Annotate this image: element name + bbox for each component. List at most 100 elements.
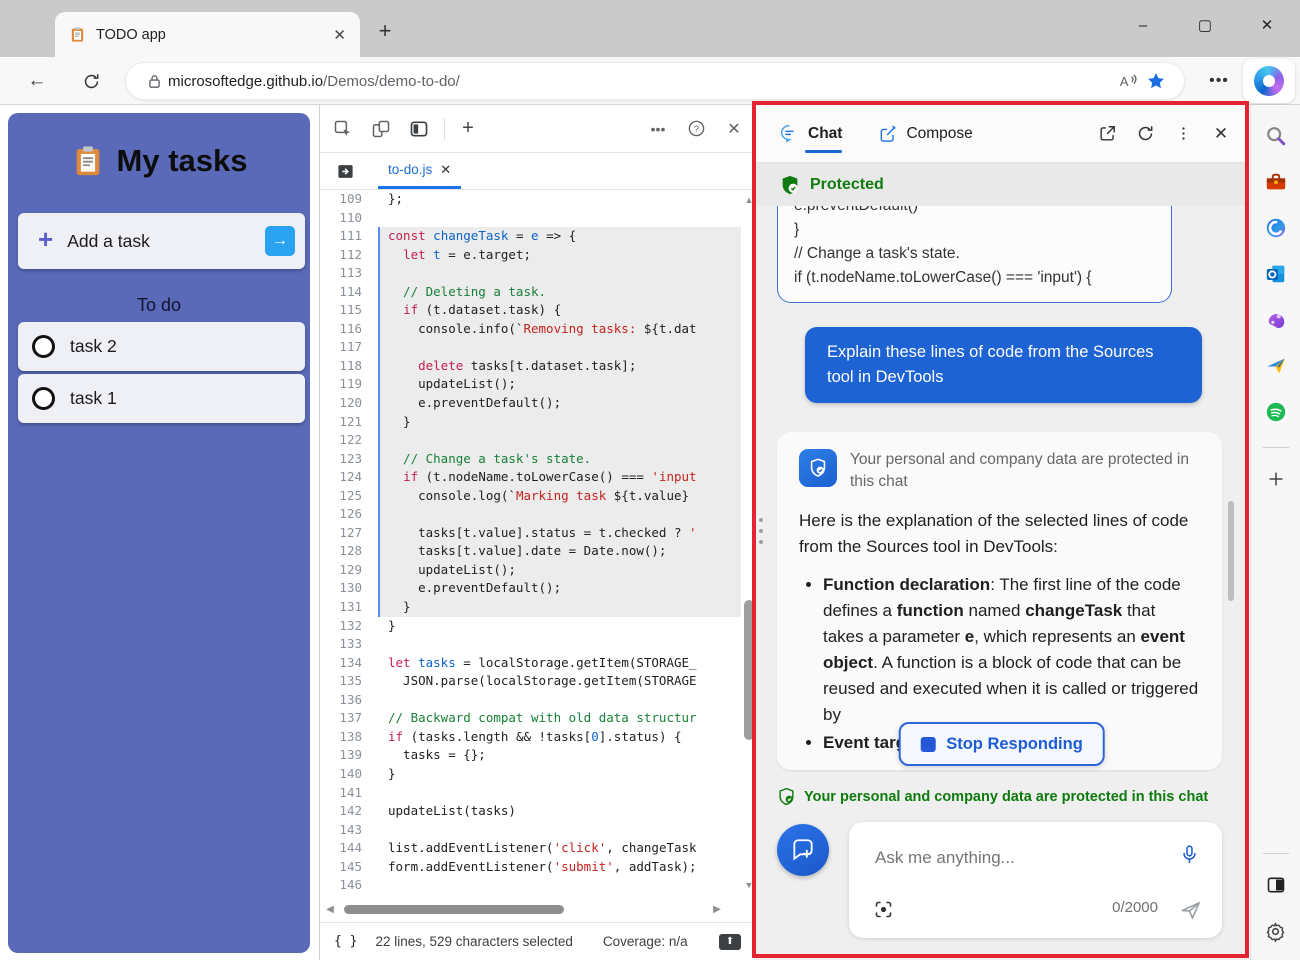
sidebar-sidebar-settings-button[interactable] <box>1259 914 1293 948</box>
chat-input-box[interactable]: Ask me anything... 0/2000 <box>849 822 1222 938</box>
send-button[interactable] <box>1179 899 1202 922</box>
code-line[interactable]: 143 <box>320 821 741 840</box>
code-line[interactable]: 120 e.preventDefault(); <box>320 394 741 413</box>
microphone-button[interactable] <box>1179 844 1200 865</box>
scroll-left-arrow[interactable]: ◀ <box>320 904 340 915</box>
code-line[interactable]: 144list.addEventListener('click', change… <box>320 839 741 858</box>
scroll-up-arrow[interactable]: ▲ <box>743 195 755 205</box>
copilot-more-button[interactable] <box>1168 119 1198 149</box>
tab-close-button[interactable]: ✕ <box>333 26 346 44</box>
sidebar-microsoft-365-button[interactable] <box>1259 211 1293 245</box>
code-line[interactable]: 128 tasks[t.value].date = Date.now(); <box>320 542 741 561</box>
sidebar-resize-handle[interactable] <box>759 518 763 544</box>
sidebar-add-apps-button[interactable] <box>1259 462 1293 496</box>
code-line[interactable]: 125 console.log(`Marking task ${t.value} <box>320 487 741 506</box>
sidebar-toggle-sidebar-button[interactable] <box>1259 868 1293 902</box>
code-line[interactable]: 113 <box>320 264 741 283</box>
code-line[interactable]: 129 updateList(); <box>320 561 741 580</box>
code-line[interactable]: 115 if (t.dataset.task) { <box>320 301 741 320</box>
code-line[interactable]: 119 updateList(); <box>320 375 741 394</box>
scroll-down-arrow[interactable]: ▼ <box>743 880 755 890</box>
back-button[interactable]: ← <box>22 66 52 96</box>
code-line[interactable]: 134let tasks = localStorage.getItem(STOR… <box>320 654 741 673</box>
sidebar-drop-button[interactable] <box>1259 349 1293 383</box>
task-item[interactable]: task 1 <box>18 374 305 423</box>
devtools-more-button[interactable]: ••• <box>643 114 673 144</box>
new-tab-button[interactable]: + <box>368 14 402 48</box>
code-line[interactable]: 142updateList(tasks) <box>320 802 741 821</box>
scroll-right-arrow[interactable]: ▶ <box>707 904 727 915</box>
settings-more-button[interactable]: ••• <box>1204 66 1234 96</box>
code-line[interactable]: 137// Backward compat with old data stru… <box>320 709 741 728</box>
code-line[interactable]: 112 let t = e.target; <box>320 246 741 265</box>
code-line[interactable]: 111const changeTask = e => { <box>320 227 741 246</box>
code-line[interactable]: 135 JSON.parse(localStorage.getItem(STOR… <box>320 672 741 691</box>
code-line[interactable]: 116 console.info(`Removing tasks: ${t.da… <box>320 320 741 339</box>
code-line[interactable]: 117 <box>320 338 741 357</box>
code-lines[interactable]: 109};110111const changeTask = e => {112 … <box>320 190 741 896</box>
code-line[interactable]: 138if (tasks.length && !tasks[0].status)… <box>320 728 741 747</box>
code-line[interactable]: 139 tasks = {}; <box>320 746 741 765</box>
address-bar[interactable]: microsoftedge.github.io/Demos/demo-to-do… <box>125 62 1185 100</box>
devtools-help-button[interactable]: ? <box>681 114 711 144</box>
dock-panel-button[interactable] <box>404 114 434 144</box>
file-tab-close-button[interactable]: ✕ <box>440 162 451 178</box>
add-task-field[interactable]: + Add a task → <box>18 213 305 269</box>
sidebar-search-button[interactable] <box>1259 119 1293 153</box>
read-aloud-button[interactable]: A <box>1114 67 1142 95</box>
horizontal-scrollbar-thumb[interactable] <box>344 905 564 914</box>
minimize-button[interactable]: – <box>1120 8 1166 42</box>
copilot-scrollbar-thumb[interactable] <box>1228 501 1234 601</box>
code-line[interactable]: 136 <box>320 691 741 710</box>
device-emulation-button[interactable] <box>366 114 396 144</box>
maximize-button[interactable]: ▢ <box>1182 8 1228 42</box>
code-line[interactable]: 132} <box>320 617 741 636</box>
task-radio[interactable] <box>32 387 55 410</box>
code-line[interactable]: 146 <box>320 876 741 895</box>
horizontal-scrollbar[interactable]: ◀ ▶ <box>320 900 741 918</box>
inspect-element-button[interactable] <box>328 114 358 144</box>
code-line[interactable]: 126 <box>320 505 741 524</box>
code-line[interactable]: 118 delete tasks[t.dataset.task]; <box>320 357 741 376</box>
tab-chat[interactable]: Chat <box>779 105 842 162</box>
open-in-new-window-button[interactable] <box>1092 119 1122 149</box>
refresh-button[interactable] <box>76 66 106 96</box>
task-radio[interactable] <box>32 335 55 358</box>
code-line[interactable]: 123 // Change a task's state. <box>320 450 741 469</box>
code-line[interactable]: 124 if (t.nodeName.toLowerCase() === 'in… <box>320 468 741 487</box>
task-item[interactable]: task 2 <box>18 322 305 371</box>
favorites-button[interactable] <box>1142 67 1170 95</box>
code-line[interactable]: 145form.addEventListener('submit', addTa… <box>320 858 741 877</box>
devtools-close-button[interactable]: ✕ <box>719 114 749 144</box>
browser-tab[interactable]: TODO app ✕ <box>55 12 360 57</box>
add-tool-button[interactable]: + <box>453 114 483 144</box>
code-line[interactable]: 140} <box>320 765 741 784</box>
code-line[interactable]: 121 } <box>320 413 741 432</box>
new-topic-button[interactable] <box>777 824 829 876</box>
code-line[interactable]: 109}; <box>320 190 741 209</box>
sidebar-outlook-button[interactable] <box>1259 257 1293 291</box>
chat-scroll-area[interactable]: e.preventDefault()}// Change a task's st… <box>755 206 1248 783</box>
copilot-toolbar-button[interactable] <box>1243 59 1295 103</box>
window-close-button[interactable]: ✕ <box>1244 8 1290 42</box>
code-line[interactable]: 141 <box>320 784 741 803</box>
vertical-scrollbar-thumb[interactable] <box>744 600 754 740</box>
tab-compose[interactable]: Compose <box>878 105 972 162</box>
code-line[interactable]: 110 <box>320 209 741 228</box>
copilot-close-button[interactable]: ✕ <box>1206 119 1236 149</box>
code-line[interactable]: 130 e.preventDefault(); <box>320 579 741 598</box>
code-line[interactable]: 131 } <box>320 598 741 617</box>
stop-responding-button[interactable]: Stop Responding <box>898 722 1105 766</box>
pretty-print-button[interactable]: { } <box>334 934 357 949</box>
sidebar-toolbox-button[interactable] <box>1259 165 1293 199</box>
file-tab-to-do-js[interactable]: to-do.js ✕ <box>378 153 461 189</box>
code-line[interactable]: 133 <box>320 635 741 654</box>
code-line[interactable]: 127 tasks[t.value].status = t.checked ? … <box>320 524 741 543</box>
copilot-refresh-button[interactable] <box>1130 119 1160 149</box>
sidebar-spotify-button[interactable] <box>1259 395 1293 429</box>
screenshot-button[interactable] <box>873 899 894 920</box>
code-line[interactable]: 114 // Deleting a task. <box>320 283 741 302</box>
add-task-submit-button[interactable]: → <box>265 226 295 256</box>
sidebar-designer-button[interactable] <box>1259 303 1293 337</box>
code-line[interactable]: 122 <box>320 431 741 450</box>
